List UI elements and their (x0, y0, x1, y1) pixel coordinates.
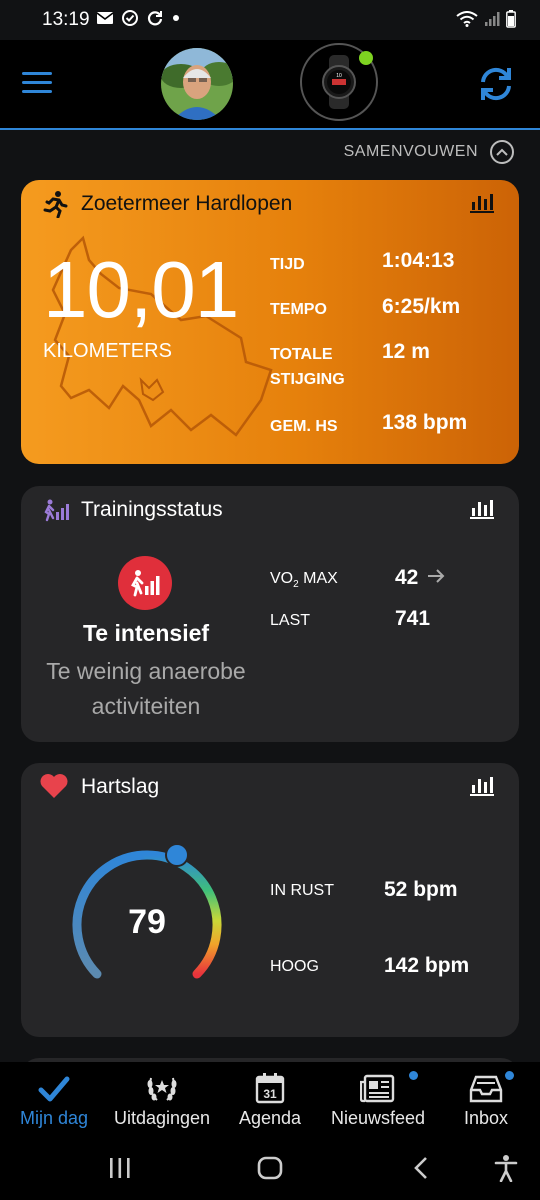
resting-hr-label: IN RUST (270, 882, 334, 899)
training-status-description: Te weinig anaerobe activiteiten (46, 658, 246, 719)
calendar-icon: 31 (232, 1068, 308, 1104)
battery-icon (506, 10, 516, 28)
sync-icon (147, 11, 163, 26)
training-status-icon (43, 498, 71, 526)
high-hr-value: 142 bpm (384, 954, 470, 977)
sync-icon[interactable] (474, 62, 518, 106)
nav-newsfeed[interactable]: Nieuwsfeed (324, 1068, 432, 1129)
nav-inbox[interactable]: Inbox (452, 1068, 520, 1129)
inbox-badge (505, 1071, 514, 1080)
accessibility-icon[interactable] (494, 1154, 518, 1187)
distance-unit: KILOMETERS (43, 340, 172, 362)
wifi-icon (456, 11, 478, 27)
collapse-button[interactable]: SAMENVOUWEN (344, 140, 514, 164)
status-bar: 13:19 (0, 0, 540, 40)
resting-hr-value: 52 bpm (384, 878, 458, 901)
vo2max-value: 42 (395, 566, 419, 589)
laurel-icon (106, 1068, 218, 1104)
bar-chart-icon[interactable] (469, 775, 495, 797)
mail-icon (96, 12, 114, 24)
svg-text:10: 10 (336, 73, 342, 79)
stat-value-pace: 6:25/km (382, 295, 461, 318)
activity-card[interactable]: Zoetermeer Hardlopen 10,01 KILOMETERS TI… (21, 180, 519, 464)
bottom-nav: Mijn dag Uitdagingen 31 Agenda Nieuwsfee… (0, 1062, 540, 1138)
hamburger-menu-icon[interactable] (22, 72, 52, 96)
nav-challenges[interactable]: Uitdagingen (106, 1068, 218, 1129)
load-value: 741 (395, 607, 431, 630)
watch-icon[interactable]: 10 (300, 43, 378, 121)
stat-label-time: TIJD (270, 256, 305, 273)
distance-value: 10,01 (43, 245, 239, 334)
stat-value-time: 1:04:13 (382, 249, 455, 272)
system-nav-bar (0, 1138, 540, 1200)
stat-label-ascent-1: TOTALE (270, 346, 333, 363)
heart-icon (39, 773, 68, 801)
heart-rate-card[interactable]: Hartslag 79 IN RUST 52 bpm HOOG 142 bpm (21, 763, 519, 1037)
training-status-value: Te intensief (82, 620, 210, 646)
home-icon[interactable] (257, 1156, 283, 1185)
heart-rate-title: Hartslag (81, 775, 160, 798)
newsfeed-badge (409, 1071, 418, 1080)
training-status-title: Trainingsstatus (81, 498, 223, 521)
nav-my-day[interactable]: Mijn dag (14, 1068, 94, 1129)
connection-status-dot (359, 51, 373, 65)
current-heart-rate: 79 (128, 903, 166, 941)
dot-icon (173, 15, 179, 21)
signal-icon (485, 12, 500, 26)
stat-label-ascent-2: STIJGING (270, 371, 345, 388)
high-hr-label: HOOG (270, 958, 319, 975)
stat-label-pace: TEMPO (270, 301, 327, 318)
app-header: 10 (0, 40, 540, 130)
stat-label-avg-hr: GEM. HS (270, 418, 338, 435)
avatar[interactable] (161, 48, 233, 120)
back-icon[interactable] (412, 1156, 430, 1185)
activity-title: Zoetermeer Hardlopen (81, 192, 293, 215)
load-label: LAST (270, 612, 311, 629)
inbox-icon (452, 1068, 520, 1104)
collapse-label: SAMENVOUWEN (343, 143, 478, 160)
bar-chart-icon[interactable] (469, 192, 495, 214)
nav-calendar[interactable]: 31 Agenda (232, 1068, 308, 1129)
recent-apps-icon[interactable] (108, 1156, 132, 1185)
training-status-card[interactable]: Trainingsstatus Te intensief Te weinig a… (21, 486, 519, 742)
check-circle-icon (122, 10, 138, 26)
newsfeed-icon (324, 1068, 432, 1104)
overreaching-status-icon (118, 556, 172, 610)
chevron-up-icon (490, 140, 514, 164)
running-icon (41, 190, 69, 219)
stat-value-avg-hr: 138 bpm (382, 411, 468, 434)
check-icon (14, 1068, 94, 1104)
status-time: 13:19 (42, 9, 90, 30)
arrow-right-icon (426, 568, 446, 589)
svg-text:31: 31 (263, 1087, 277, 1101)
bar-chart-icon[interactable] (469, 498, 495, 520)
stat-value-ascent: 12 m (382, 340, 430, 363)
vo2max-label: VO2 MAX (270, 570, 338, 591)
